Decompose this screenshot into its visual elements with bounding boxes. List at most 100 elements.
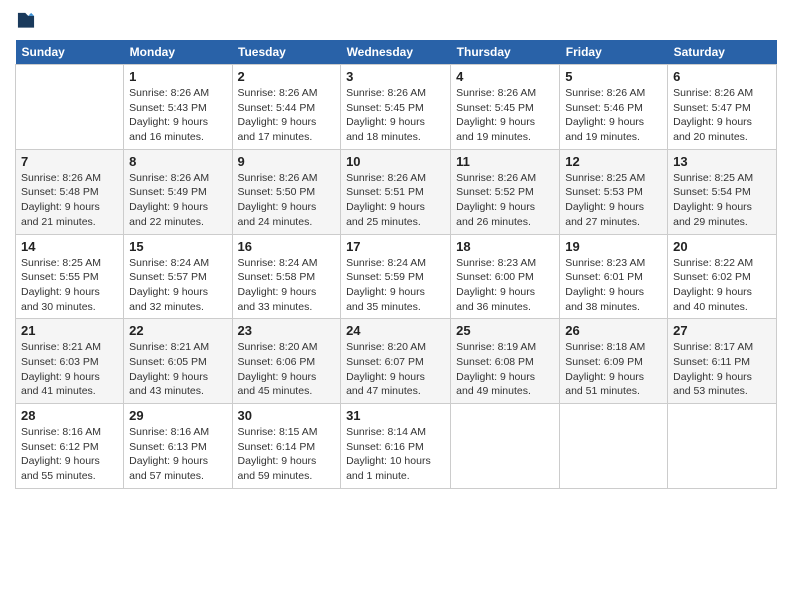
- day-number: 7: [21, 154, 118, 169]
- day-info: Sunrise: 8:22 AMSunset: 6:02 PMDaylight:…: [673, 256, 771, 315]
- day-header-tuesday: Tuesday: [232, 40, 341, 65]
- calendar-cell: 29 Sunrise: 8:16 AMSunset: 6:13 PMDayligh…: [124, 404, 232, 489]
- calendar-cell: 6Sunrise: 8:26 AMSunset: 5:47 PMDaylight…: [668, 65, 777, 150]
- day-header-thursday: Thursday: [451, 40, 560, 65]
- calendar-cell: 16 Sunrise: 8:24 AMSunset: 5:58 PMDayligh…: [232, 234, 341, 319]
- calendar-cell: 3 Sunrise: 8:26 AMSunset: 5:45 PMDaylight…: [341, 65, 451, 150]
- page-container: SundayMondayTuesdayWednesdayThursdayFrid…: [0, 0, 792, 499]
- calendar-cell: [668, 404, 777, 489]
- day-info: Sunrise: 8:24 AMSunset: 5:57 PMDaylight:…: [129, 256, 226, 315]
- day-number: 29: [129, 408, 226, 423]
- day-number: 11: [456, 154, 554, 169]
- day-info: Sunrise: 8:16 AMSunset: 6:13 PMDaylight:…: [129, 425, 226, 484]
- calendar-week-row: 14 Sunrise: 8:25 AMSunset: 5:55 PMDayligh…: [16, 234, 777, 319]
- day-info: Sunrise: 8:21 AMSunset: 6:03 PMDaylight:…: [21, 340, 118, 399]
- day-info: Sunrise: 8:21 AMSunset: 6:05 PMDaylight:…: [129, 340, 226, 399]
- day-info: Sunrise: 8:26 AMSunset: 5:51 PMDaylight:…: [346, 171, 445, 230]
- day-number: 19: [565, 239, 662, 254]
- logo: [15, 10, 39, 32]
- day-number: 14: [21, 239, 118, 254]
- day-header-sunday: Sunday: [16, 40, 124, 65]
- calendar-cell: 14 Sunrise: 8:25 AMSunset: 5:55 PMDayligh…: [16, 234, 124, 319]
- day-number: 9: [238, 154, 336, 169]
- calendar-cell: [16, 65, 124, 150]
- calendar-table: SundayMondayTuesdayWednesdayThursdayFrid…: [15, 40, 777, 489]
- calendar-cell: 31 Sunrise: 8:14 AMSunset: 6:16 PMDayligh…: [341, 404, 451, 489]
- calendar-cell: 28Sunrise: 8:16 AMSunset: 6:12 PMDayligh…: [16, 404, 124, 489]
- calendar-cell: 19 Sunrise: 8:23 AMSunset: 6:01 PMDayligh…: [560, 234, 668, 319]
- day-number: 20: [673, 239, 771, 254]
- day-info: Sunrise: 8:26 AMSunset: 5:45 PMDaylight:…: [346, 86, 445, 145]
- calendar-cell: 22 Sunrise: 8:21 AMSunset: 6:05 PMDayligh…: [124, 319, 232, 404]
- calendar-week-row: 7 Sunrise: 8:26 AMSunset: 5:48 PMDaylight…: [16, 149, 777, 234]
- day-header-friday: Friday: [560, 40, 668, 65]
- page-header: [15, 10, 777, 32]
- calendar-cell: 2 Sunrise: 8:26 AMSunset: 5:44 PMDaylight…: [232, 65, 341, 150]
- calendar-week-row: 28Sunrise: 8:16 AMSunset: 6:12 PMDayligh…: [16, 404, 777, 489]
- day-info: Sunrise: 8:25 AMSunset: 5:54 PMDaylight:…: [673, 171, 771, 230]
- day-info: Sunrise: 8:14 AMSunset: 6:16 PMDaylight:…: [346, 425, 445, 484]
- day-number: 28: [21, 408, 118, 423]
- day-number: 10: [346, 154, 445, 169]
- calendar-cell: 4Sunrise: 8:26 AMSunset: 5:45 PMDaylight…: [451, 65, 560, 150]
- calendar-cell: 25 Sunrise: 8:19 AMSunset: 6:08 PMDayligh…: [451, 319, 560, 404]
- day-info: Sunrise: 8:25 AMSunset: 5:53 PMDaylight:…: [565, 171, 662, 230]
- day-info: Sunrise: 8:18 AMSunset: 6:09 PMDaylight:…: [565, 340, 662, 399]
- day-number: 22: [129, 323, 226, 338]
- calendar-week-row: 1 Sunrise: 8:26 AMSunset: 5:43 PMDaylight…: [16, 65, 777, 150]
- day-info: Sunrise: 8:24 AMSunset: 5:59 PMDaylight:…: [346, 256, 445, 315]
- calendar-cell: 7 Sunrise: 8:26 AMSunset: 5:48 PMDaylight…: [16, 149, 124, 234]
- calendar-cell: 18 Sunrise: 8:23 AMSunset: 6:00 PMDayligh…: [451, 234, 560, 319]
- day-info: Sunrise: 8:26 AMSunset: 5:49 PMDaylight:…: [129, 171, 226, 230]
- calendar-cell: 11Sunrise: 8:26 AMSunset: 5:52 PMDayligh…: [451, 149, 560, 234]
- calendar-cell: 12Sunrise: 8:25 AMSunset: 5:53 PMDayligh…: [560, 149, 668, 234]
- day-header-monday: Monday: [124, 40, 232, 65]
- day-info: Sunrise: 8:26 AMSunset: 5:50 PMDaylight:…: [238, 171, 336, 230]
- day-info: Sunrise: 8:26 AMSunset: 5:46 PMDaylight:…: [565, 86, 662, 145]
- day-info: Sunrise: 8:23 AMSunset: 6:00 PMDaylight:…: [456, 256, 554, 315]
- day-info: Sunrise: 8:26 AMSunset: 5:43 PMDaylight:…: [129, 86, 226, 145]
- day-number: 5: [565, 69, 662, 84]
- calendar-cell: 15Sunrise: 8:24 AMSunset: 5:57 PMDayligh…: [124, 234, 232, 319]
- day-number: 30: [238, 408, 336, 423]
- day-info: Sunrise: 8:15 AMSunset: 6:14 PMDaylight:…: [238, 425, 336, 484]
- day-header-wednesday: Wednesday: [341, 40, 451, 65]
- day-info: Sunrise: 8:17 AMSunset: 6:11 PMDaylight:…: [673, 340, 771, 399]
- day-info: Sunrise: 8:26 AMSunset: 5:48 PMDaylight:…: [21, 171, 118, 230]
- day-number: 8: [129, 154, 226, 169]
- day-info: Sunrise: 8:26 AMSunset: 5:47 PMDaylight:…: [673, 86, 771, 145]
- calendar-cell: 23 Sunrise: 8:20 AMSunset: 6:06 PMDayligh…: [232, 319, 341, 404]
- day-number: 18: [456, 239, 554, 254]
- day-info: Sunrise: 8:20 AMSunset: 6:07 PMDaylight:…: [346, 340, 445, 399]
- calendar-cell: [560, 404, 668, 489]
- day-number: 27: [673, 323, 771, 338]
- day-info: Sunrise: 8:25 AMSunset: 5:55 PMDaylight:…: [21, 256, 118, 315]
- calendar-cell: 10 Sunrise: 8:26 AMSunset: 5:51 PMDayligh…: [341, 149, 451, 234]
- day-number: 13: [673, 154, 771, 169]
- calendar-cell: 5 Sunrise: 8:26 AMSunset: 5:46 PMDaylight…: [560, 65, 668, 150]
- day-number: 2: [238, 69, 336, 84]
- calendar-cell: 30 Sunrise: 8:15 AMSunset: 6:14 PMDayligh…: [232, 404, 341, 489]
- calendar-cell: 1 Sunrise: 8:26 AMSunset: 5:43 PMDaylight…: [124, 65, 232, 150]
- day-number: 25: [456, 323, 554, 338]
- day-number: 16: [238, 239, 336, 254]
- day-number: 31: [346, 408, 445, 423]
- calendar-cell: 17 Sunrise: 8:24 AMSunset: 5:59 PMDayligh…: [341, 234, 451, 319]
- calendar-cell: 21 Sunrise: 8:21 AMSunset: 6:03 PMDayligh…: [16, 319, 124, 404]
- day-header-saturday: Saturday: [668, 40, 777, 65]
- day-info: Sunrise: 8:23 AMSunset: 6:01 PMDaylight:…: [565, 256, 662, 315]
- day-number: 23: [238, 323, 336, 338]
- day-number: 21: [21, 323, 118, 338]
- calendar-cell: 27 Sunrise: 8:17 AMSunset: 6:11 PMDayligh…: [668, 319, 777, 404]
- day-number: 17: [346, 239, 445, 254]
- day-number: 24: [346, 323, 445, 338]
- calendar-header-row: SundayMondayTuesdayWednesdayThursdayFrid…: [16, 40, 777, 65]
- day-number: 1: [129, 69, 226, 84]
- day-info: Sunrise: 8:26 AMSunset: 5:44 PMDaylight:…: [238, 86, 336, 145]
- day-number: 3: [346, 69, 445, 84]
- day-number: 26: [565, 323, 662, 338]
- day-info: Sunrise: 8:24 AMSunset: 5:58 PMDaylight:…: [238, 256, 336, 315]
- calendar-cell: [451, 404, 560, 489]
- day-info: Sunrise: 8:20 AMSunset: 6:06 PMDaylight:…: [238, 340, 336, 399]
- day-info: Sunrise: 8:19 AMSunset: 6:08 PMDaylight:…: [456, 340, 554, 399]
